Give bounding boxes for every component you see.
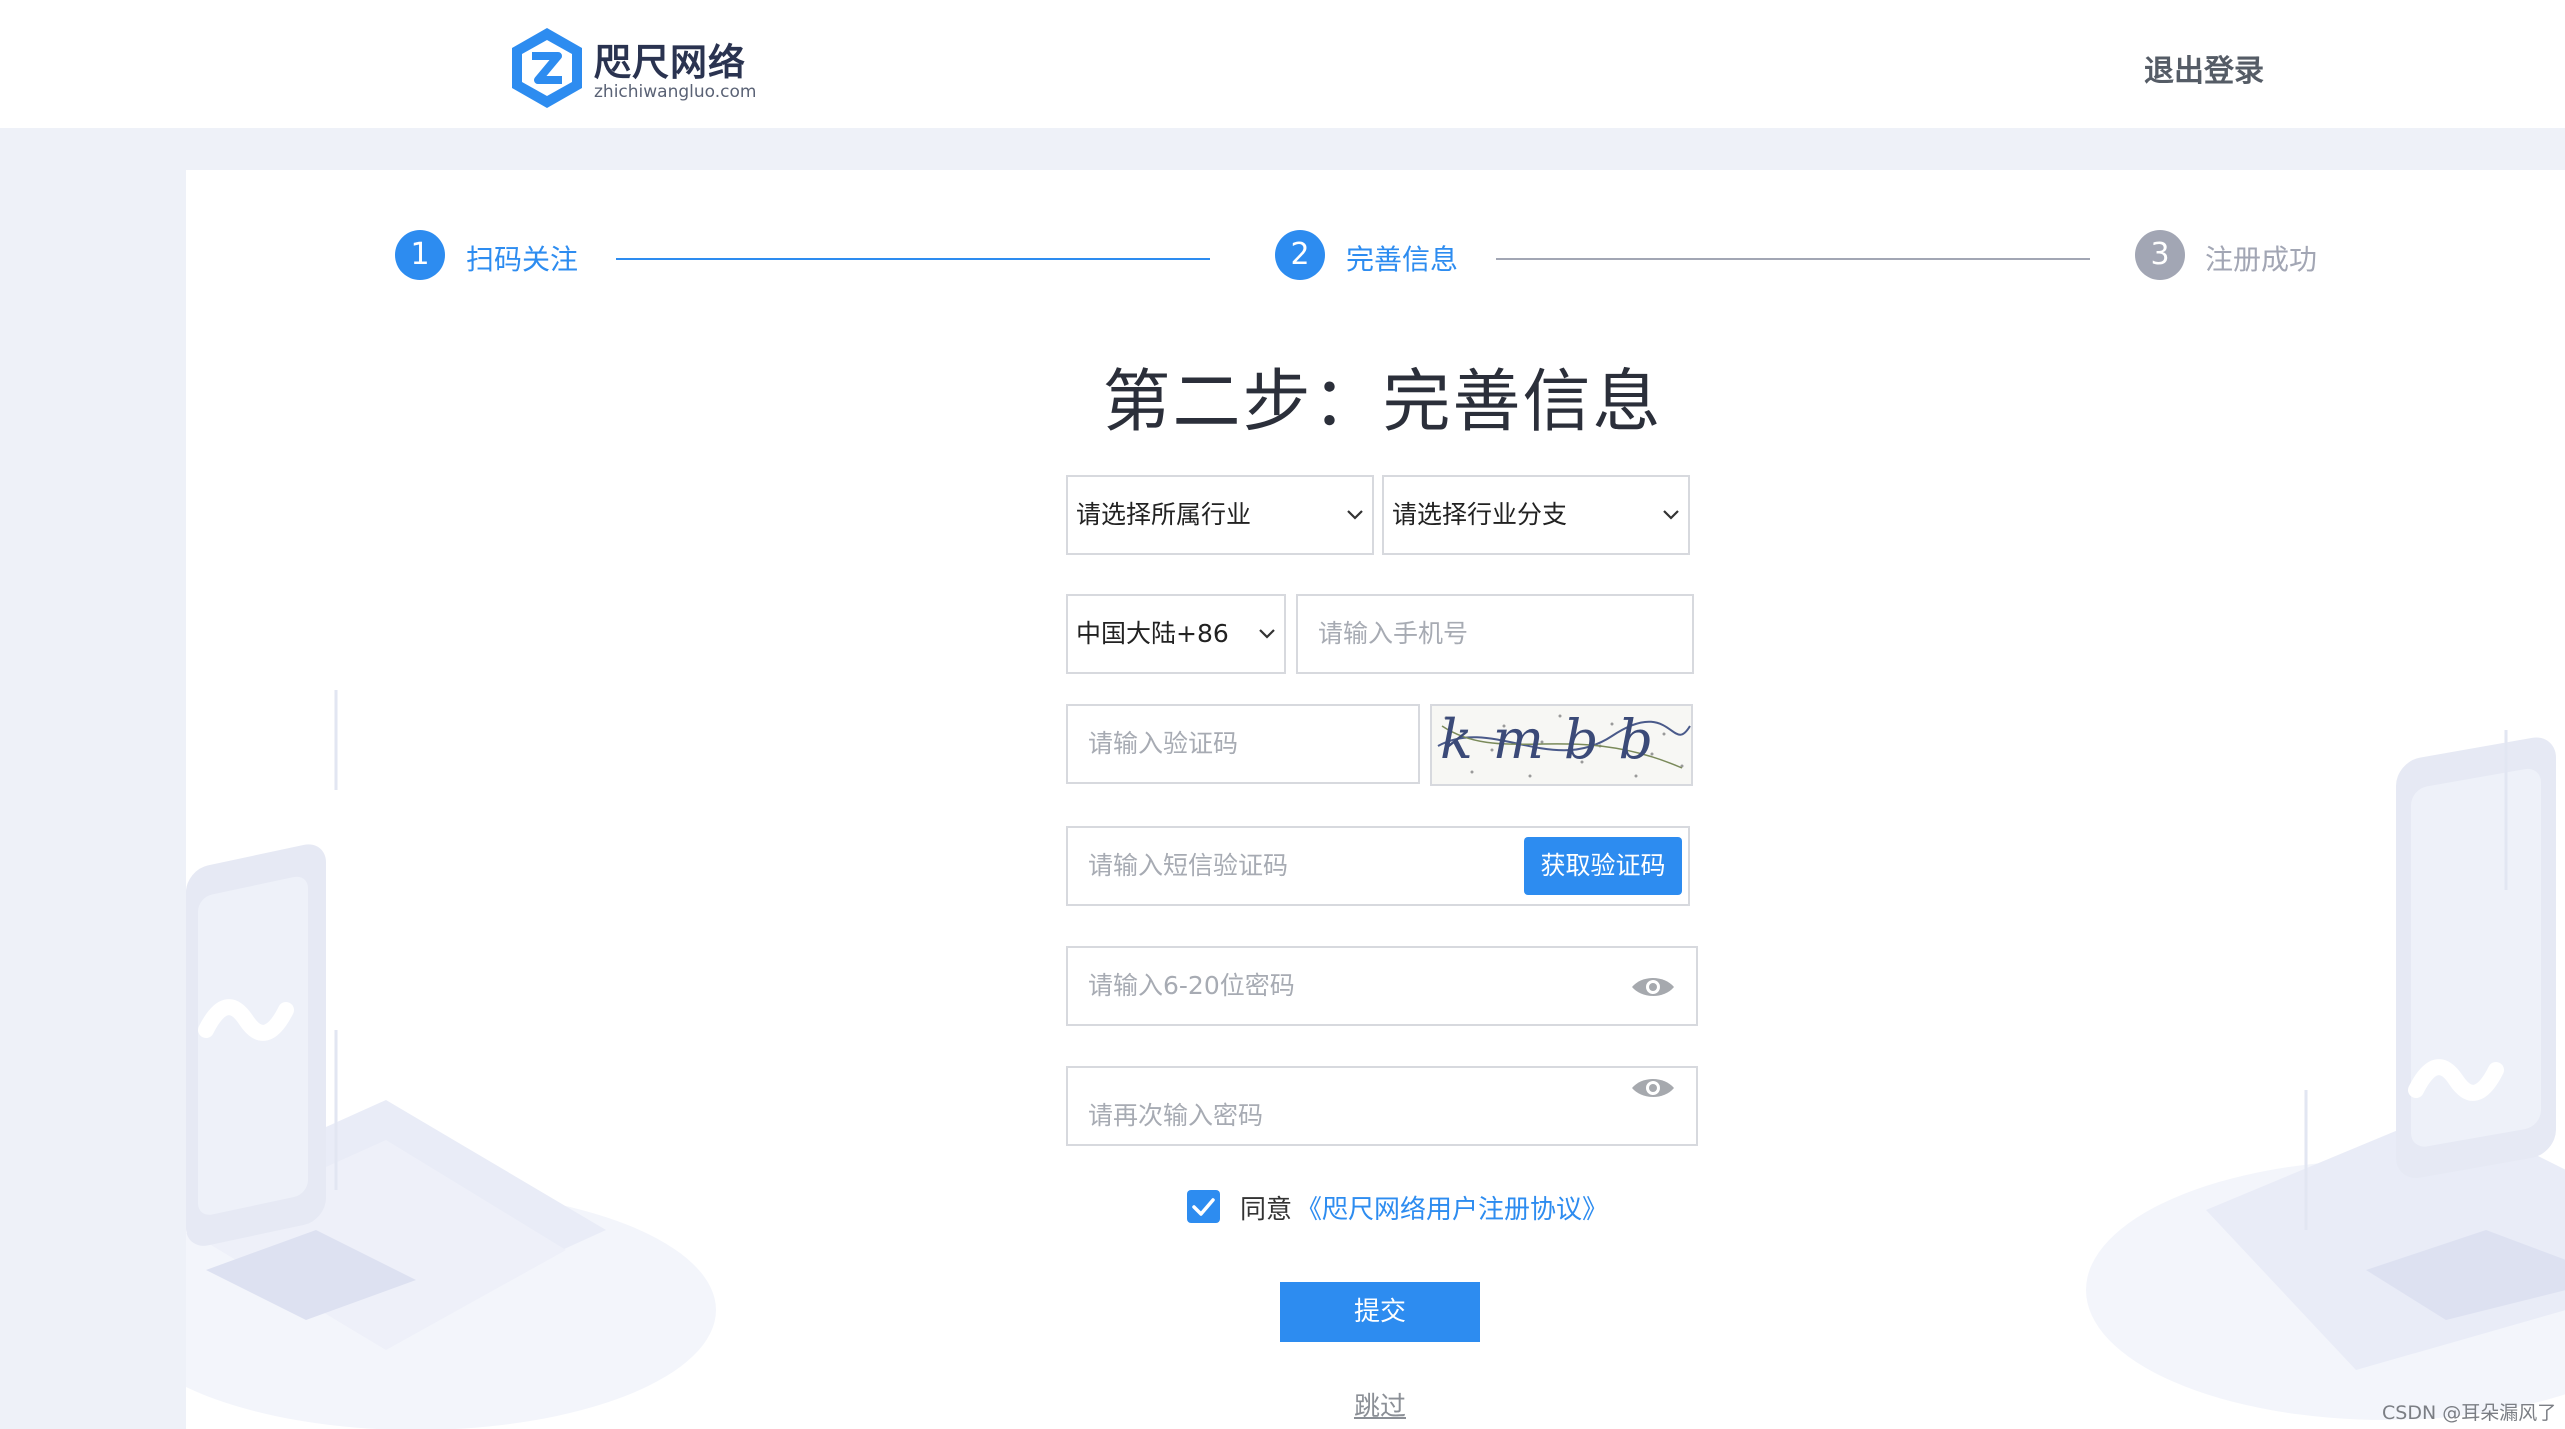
captcha-image[interactable]: kmbb (1430, 704, 1693, 786)
captcha-input[interactable]: 请输入验证码 (1066, 704, 1420, 784)
agree-checkbox[interactable] (1187, 1190, 1220, 1223)
step-1-label: 扫码关注 (466, 243, 579, 276)
phone-input[interactable]: 请输入手机号 (1296, 594, 1694, 674)
eye-icon[interactable] (1630, 975, 1676, 999)
eye-icon[interactable] (1630, 1076, 1676, 1100)
step-3-label: 注册成功 (2205, 243, 2318, 276)
captcha-text: kmbb (1440, 708, 1674, 771)
chevron-down-icon (1259, 629, 1275, 639)
step-2-label: 完善信息 (1346, 243, 1459, 276)
password-input[interactable]: 请输入6-20位密码 (1066, 946, 1698, 1026)
branch-select[interactable]: 请选择行业分支 (1382, 475, 1690, 555)
password-confirm-input[interactable]: 请再次输入密码 (1066, 1066, 1698, 1146)
step-3-circle: 3 (2135, 230, 2185, 280)
brand-domain: zhichiwangluo.com (594, 82, 757, 102)
password-placeholder: 请输入6-20位密码 (1088, 971, 1295, 1000)
sms-code-placeholder: 请输入短信验证码 (1088, 851, 1289, 880)
step-1-circle: 1 (395, 230, 445, 280)
logout-link[interactable]: 退出登录 (2144, 46, 2264, 90)
password-confirm-placeholder: 请再次输入密码 (1088, 1101, 1264, 1130)
right-phone-illustration (2086, 730, 2565, 1420)
region-select[interactable]: 中国大陆+86 (1066, 594, 1286, 674)
brand-name: 咫尺网络 (594, 41, 746, 84)
step-2-circle: 2 (1275, 230, 1325, 280)
submit-button[interactable]: 提交 (1280, 1282, 1480, 1342)
captcha-input-placeholder: 请输入验证码 (1088, 729, 1239, 758)
step-2-connector (1496, 258, 2090, 260)
page-title: 第二步：完善信息 (1102, 363, 1663, 442)
agreement-link[interactable]: 《咫尺网络用户注册协议》 (1296, 1189, 1608, 1226)
top-header: 咫尺网络 zhichiwangluo.com 退出登录 (0, 0, 2565, 128)
region-select-value: 中国大陆+86 (1076, 619, 1229, 648)
skip-link[interactable]: 跳过 (0, 1386, 2565, 1423)
brand-logo[interactable]: 咫尺网络 zhichiwangluo.com (510, 26, 770, 110)
left-phone-illustration (186, 690, 716, 1429)
industry-select[interactable]: 请选择所属行业 (1066, 475, 1374, 555)
industry-select-value: 请选择所属行业 (1076, 500, 1252, 529)
step-1-connector (616, 258, 1210, 260)
chevron-down-icon (1663, 510, 1679, 520)
brand-logo-icon (512, 28, 582, 108)
checkmark-icon (1192, 1198, 1215, 1216)
chevron-down-icon (1347, 510, 1363, 520)
phone-input-placeholder: 请输入手机号 (1318, 619, 1469, 648)
get-sms-code-button[interactable]: 获取验证码 (1524, 837, 1682, 895)
branch-select-value: 请选择行业分支 (1392, 500, 1568, 529)
csdn-watermark: CSDN @耳朵漏风了 (2382, 1402, 2557, 1424)
agree-text: 同意 (1240, 1195, 1293, 1225)
